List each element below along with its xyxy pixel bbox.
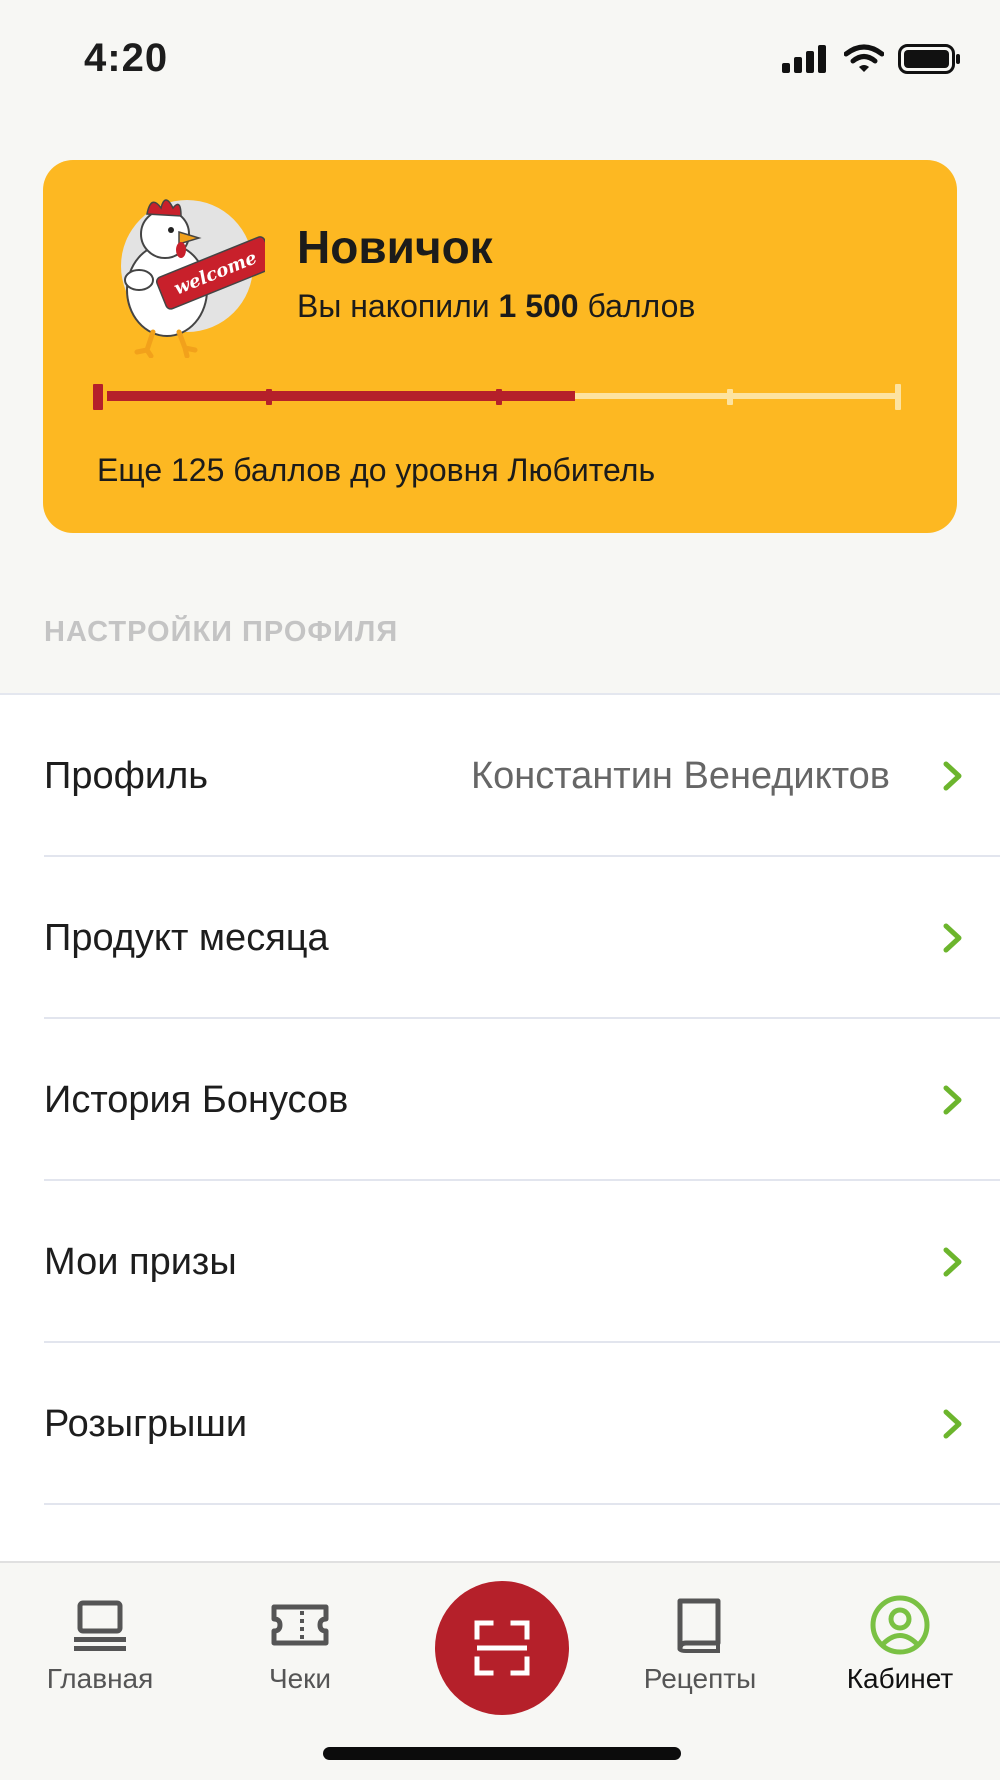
tab-cabinet[interactable]: Кабинет [820, 1563, 980, 1713]
profile-settings-list: Профиль Константин Венедиктов Продукт ме… [0, 693, 1000, 1565]
menu-item-label: Профиль [44, 754, 209, 797]
profile-name-value: Константин Венедиктов [470, 754, 890, 797]
home-indicator [323, 1747, 681, 1760]
tab-recipes[interactable]: Рецепты [620, 1563, 780, 1713]
section-header-profile-settings: НАСТРОЙКИ ПРОФИЛЯ [44, 616, 399, 648]
menu-item-draws[interactable]: Розыгрыши [0, 1343, 1000, 1505]
points-summary: Вы накопили 1 500 баллов [297, 288, 695, 325]
ticket-icon [271, 1604, 329, 1646]
points-suffix: баллов [587, 288, 696, 324]
level-progress-bar [93, 382, 901, 412]
chevron-right-icon [943, 1247, 962, 1277]
status-icons [782, 44, 962, 74]
tab-label: Кабинет [846, 1663, 954, 1694]
next-level-hint: Еще 125 баллов до уровня Любитель [97, 452, 656, 488]
menu-item-label: Продукт месяца [44, 916, 329, 959]
cellular-signal-icon [782, 45, 826, 73]
laptop-icon [74, 1600, 126, 1651]
chevron-right-icon [943, 1085, 962, 1115]
chevron-right-icon [943, 923, 962, 953]
scan-receipt-button[interactable] [435, 1581, 569, 1715]
menu-item-label: История Бонусов [44, 1078, 349, 1121]
tab-home[interactable]: Главная [20, 1563, 180, 1713]
chevron-right-icon [943, 1409, 962, 1439]
loyalty-card[interactable]: welcome Новичок Вы накопили 1 500 баллов… [43, 160, 957, 533]
status-time: 4:20 [84, 36, 169, 80]
points-prefix: Вы накопили [297, 288, 490, 324]
level-progress-graphic [93, 384, 901, 410]
menu-item-label: Розыгрыши [44, 1402, 248, 1445]
status-bar: 4:20 [0, 0, 1000, 120]
rooster-mascot-icon: welcome [121, 199, 265, 358]
menu-item-product-of-month[interactable]: Продукт месяца [0, 857, 1000, 1019]
tab-receipts[interactable]: Чеки [220, 1563, 380, 1713]
chevron-right-icon [943, 761, 962, 791]
points-value: 1 500 [498, 288, 579, 324]
scan-icon [474, 1620, 530, 1676]
battery-icon [898, 44, 960, 74]
tab-label: Главная [46, 1663, 154, 1694]
level-title: Новичок [297, 221, 493, 273]
menu-item-label: Мои призы [44, 1240, 237, 1283]
menu-item-my-prizes[interactable]: Мои призы [0, 1181, 1000, 1343]
menu-item-bonus-history[interactable]: История Бонусов [0, 1019, 1000, 1181]
user-circle-icon [870, 1595, 930, 1655]
book-icon [677, 1598, 721, 1653]
tab-label: Чеки [268, 1663, 332, 1694]
wifi-icon [844, 44, 884, 72]
menu-item-profile[interactable]: Профиль Константин Венедиктов [0, 695, 1000, 857]
tab-label: Рецепты [643, 1663, 757, 1694]
